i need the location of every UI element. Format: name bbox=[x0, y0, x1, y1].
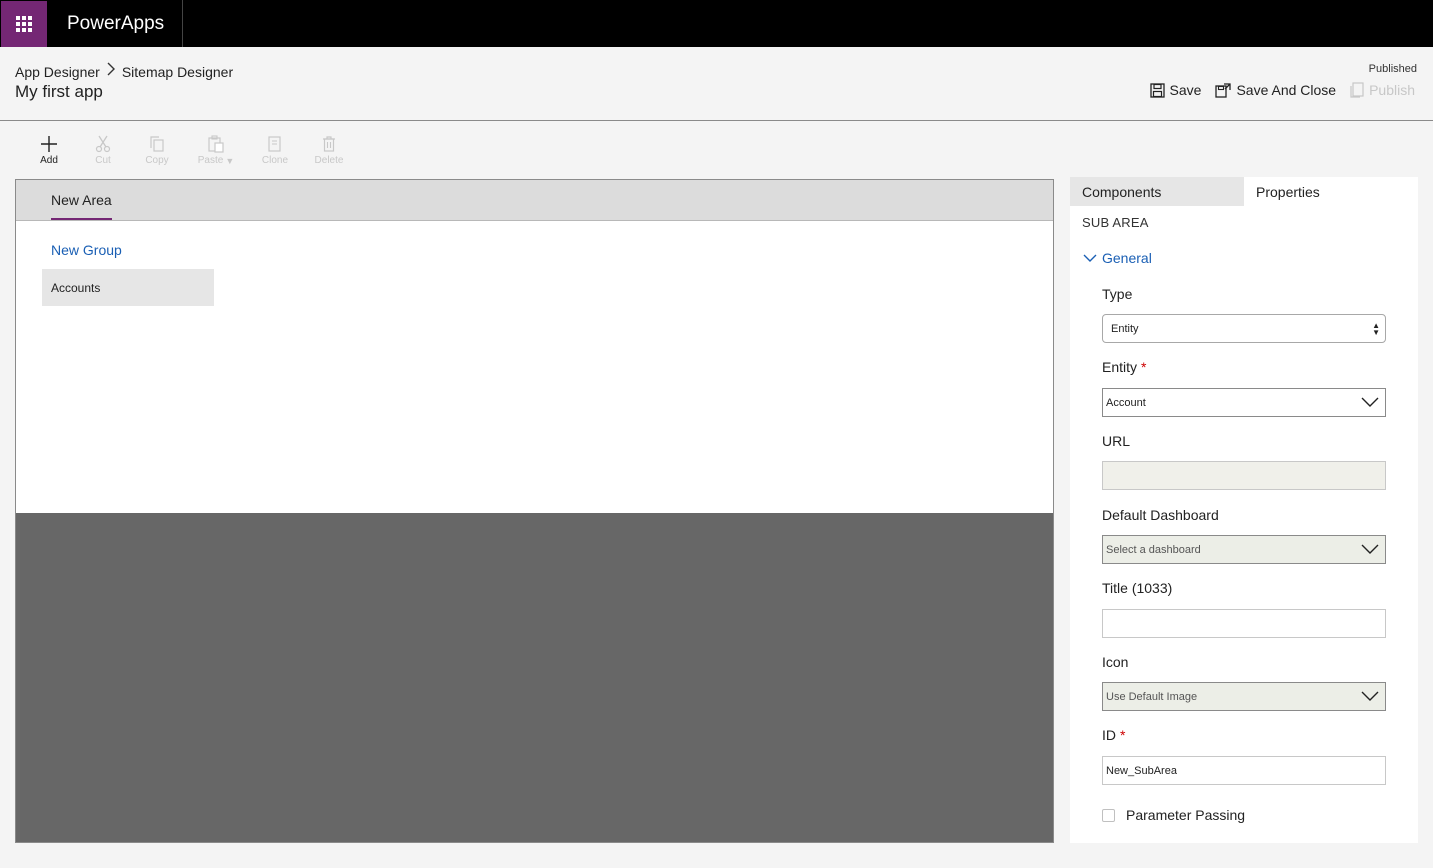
save-button[interactable]: Save bbox=[1149, 82, 1202, 98]
save-label: Save bbox=[1169, 82, 1202, 98]
top-bar: PowerApps bbox=[0, 0, 1433, 47]
publish-status: Published bbox=[1368, 63, 1417, 75]
paste-button[interactable]: Paste ▼ bbox=[184, 135, 248, 167]
updown-icon: ▲ ▼ bbox=[1372, 321, 1380, 337]
copy-label: Copy bbox=[145, 155, 169, 166]
breadcrumb-app-designer[interactable]: App Designer bbox=[15, 64, 100, 80]
default-dashboard-value: Select a dashboard bbox=[1106, 544, 1201, 556]
icon-label: Icon bbox=[1102, 654, 1129, 670]
chevron-down-icon bbox=[1361, 544, 1379, 554]
required-marker: * bbox=[1120, 727, 1126, 743]
cut-label: Cut bbox=[95, 155, 111, 166]
clone-label: Clone bbox=[261, 155, 289, 166]
caret-down-icon: ▼ bbox=[225, 156, 235, 166]
copy-button[interactable]: Copy bbox=[130, 135, 184, 167]
type-select[interactable]: Entity ▲ ▼ bbox=[1102, 314, 1386, 343]
url-label: URL bbox=[1102, 433, 1131, 449]
sitemap-area-panel: New Area New Group Accounts bbox=[16, 180, 1053, 513]
area-bar: New Area bbox=[16, 180, 1053, 221]
type-value: Entity bbox=[1111, 323, 1139, 335]
entity-select[interactable]: Account bbox=[1102, 388, 1386, 417]
clone-icon bbox=[268, 136, 281, 152]
paste-icon bbox=[208, 135, 224, 153]
group-new-group[interactable]: New Group bbox=[51, 242, 122, 258]
copy-icon bbox=[150, 136, 164, 152]
save-and-close-button[interactable]: Save And Close bbox=[1215, 82, 1336, 98]
toolbar: Add Cut Copy Paste ▼ Clone Delete bbox=[22, 135, 356, 167]
tab-components[interactable]: Components bbox=[1070, 177, 1244, 206]
section-heading: SUB AREA bbox=[1082, 215, 1149, 230]
paste-label: Paste bbox=[197, 155, 224, 166]
parameter-passing-row[interactable]: Parameter Passing bbox=[1102, 807, 1245, 823]
parameter-passing-label: Parameter Passing bbox=[1126, 807, 1246, 823]
page-title: My first app bbox=[15, 82, 103, 101]
save-close-icon bbox=[1215, 82, 1232, 98]
delete-button[interactable]: Delete bbox=[302, 135, 356, 167]
header: App Designer Sitemap Designer My first a… bbox=[0, 47, 1433, 121]
topbar-divider bbox=[182, 0, 183, 47]
url-field[interactable] bbox=[1102, 461, 1386, 490]
cut-button[interactable]: Cut bbox=[76, 135, 130, 167]
icon-select[interactable]: Use Default Image bbox=[1102, 682, 1386, 711]
general-label: General bbox=[1102, 250, 1152, 266]
chevron-down-icon bbox=[1361, 397, 1379, 407]
publish-button[interactable]: Publish bbox=[1350, 82, 1415, 98]
header-actions: Save Save And Close Publish bbox=[1149, 82, 1415, 98]
publish-label: Publish bbox=[1369, 82, 1415, 98]
chevron-down-icon bbox=[1083, 254, 1097, 262]
add-label: Add bbox=[40, 155, 58, 166]
subarea-tile-accounts[interactable]: Accounts bbox=[42, 269, 214, 306]
icon-value: Use Default Image bbox=[1106, 691, 1198, 703]
default-dashboard-select[interactable]: Select a dashboard bbox=[1102, 535, 1386, 564]
properties-panel: Components Properties SUB AREA General T… bbox=[1070, 177, 1418, 843]
default-dashboard-label: Default Dashboard bbox=[1102, 507, 1219, 523]
add-button[interactable]: Add bbox=[22, 135, 76, 167]
entity-label: Entity * bbox=[1102, 359, 1147, 375]
area-tab-new-area[interactable]: New Area bbox=[51, 192, 112, 220]
cut-icon bbox=[95, 135, 111, 153]
breadcrumb-sitemap-designer: Sitemap Designer bbox=[121, 63, 234, 80]
waffle-icon[interactable] bbox=[1, 1, 47, 47]
id-label: ID * bbox=[1102, 727, 1126, 743]
clone-button[interactable]: Clone bbox=[248, 135, 302, 167]
delete-icon bbox=[323, 136, 335, 152]
sitemap-canvas: New Area New Group Accounts bbox=[15, 179, 1054, 843]
app-name[interactable]: PowerApps bbox=[67, 13, 164, 35]
save-and-close-label: Save And Close bbox=[1236, 82, 1337, 98]
breadcrumb: App Designer Sitemap Designer bbox=[15, 62, 233, 81]
id-input[interactable]: New_SubArea bbox=[1102, 756, 1386, 785]
required-marker: * bbox=[1141, 359, 1147, 375]
chevron-down-icon bbox=[1361, 691, 1379, 701]
entity-value: Account bbox=[1106, 397, 1146, 409]
save-icon bbox=[1149, 82, 1165, 98]
delete-label: Delete bbox=[314, 155, 344, 166]
add-icon bbox=[41, 136, 57, 152]
title-input[interactable] bbox=[1102, 609, 1386, 638]
general-section-toggle[interactable]: General bbox=[1083, 250, 1152, 266]
tab-properties[interactable]: Properties bbox=[1244, 177, 1418, 206]
chevron-right-icon bbox=[106, 62, 116, 81]
panel-tabs: Components Properties bbox=[1070, 177, 1418, 206]
parameter-passing-checkbox[interactable] bbox=[1102, 808, 1115, 822]
publish-icon bbox=[1350, 82, 1364, 98]
type-label: Type bbox=[1102, 286, 1133, 302]
title-label: Title (1033) bbox=[1102, 580, 1173, 596]
